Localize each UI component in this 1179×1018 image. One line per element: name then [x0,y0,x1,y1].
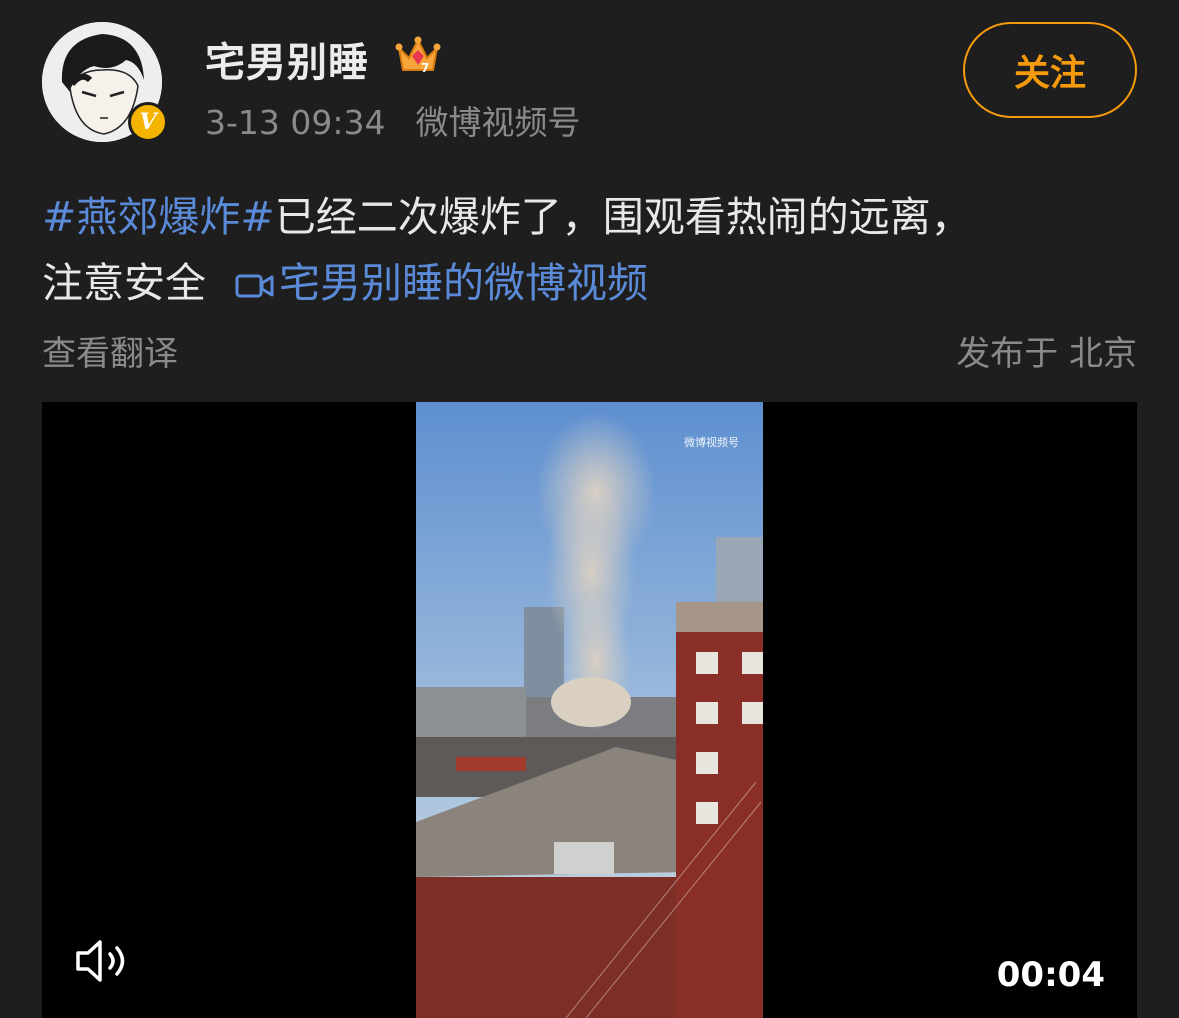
verified-v-icon: V [128,102,168,142]
video-watermark: 微博视频号 [684,436,739,449]
topic-hashtag[interactable]: #燕郊爆炸# [42,193,275,241]
video-camera-icon [235,274,274,298]
follow-button[interactable]: 关注 [963,22,1137,118]
translate-link[interactable]: 查看翻译 [42,326,178,375]
post-text-line2: 注意安全 [42,259,206,307]
svg-text:7: 7 [421,61,429,75]
post-source[interactable]: 微博视频号 [416,103,581,142]
video-still [416,402,763,1018]
post-meta: 3-13 09:34 微博视频号 [205,96,581,144]
video-duration: 00:04 [996,955,1105,995]
post-location: 发布于 北京 [956,334,1137,374]
video-link[interactable]: 宅男别睡的微博视频 [279,259,648,307]
post-text-line1: 已经二次爆炸了，围观看热闹的远离， [274,193,972,241]
video-player[interactable]: 微博视频号 00:04 [42,402,1137,1018]
speaker-icon[interactable] [72,936,132,986]
post-content: #燕郊爆炸#已经二次爆炸了，围观看热闹的远离， 注意安全 宅男别睡的微博视频 [42,184,1137,316]
post-time: 3-13 09:34 [205,103,386,142]
author-name[interactable]: 宅男别睡 [205,30,369,88]
crown-icon: 7 [395,36,441,75]
video-frame[interactable]: 微博视频号 [416,402,763,1018]
weibo-post: V 宅男别睡 7 3-13 09:34 微博视频号 关注 #燕郊爆炸#已经二次爆炸… [0,0,1179,1018]
